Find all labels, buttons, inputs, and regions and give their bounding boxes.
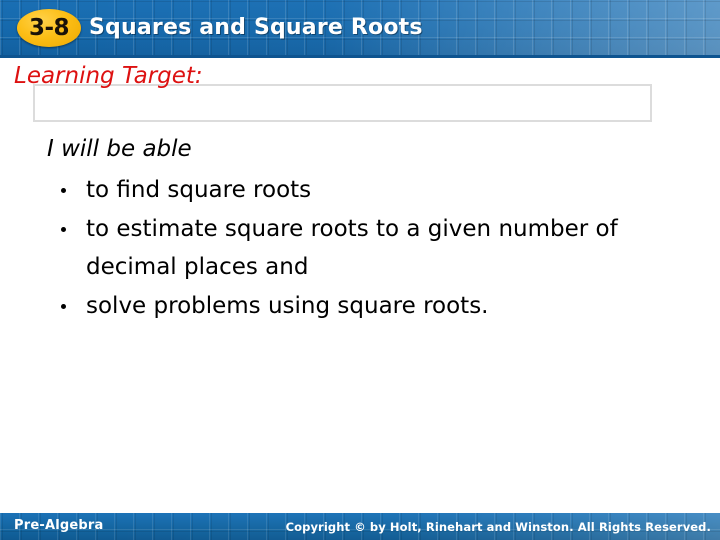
bullet-dot-icon	[61, 227, 66, 232]
lesson-number-badge: 3-8	[17, 9, 81, 47]
list-item: to estimate square roots to a given numb…	[47, 210, 687, 286]
bullet-dot-icon	[61, 188, 66, 193]
list-item: solve problems using square roots.	[47, 287, 687, 325]
bullet-dot-icon	[61, 304, 66, 309]
slide-title: Squares and Square Roots	[89, 15, 423, 40]
list-item-label: solve problems using square roots.	[86, 293, 489, 319]
slide-body: Learning Target: I will be able to find …	[0, 58, 720, 513]
course-name-label: Pre-Algebra	[14, 518, 104, 533]
slide-footer: Pre-Algebra Copyright © by Holt, Rinehar…	[0, 513, 720, 540]
learning-target-heading: Learning Target:	[14, 63, 203, 89]
lesson-number-label: 3-8	[28, 14, 70, 41]
slide-header: 3-8 Squares and Square Roots	[0, 0, 720, 58]
objectives-list: to find square roots to estimate square …	[47, 171, 687, 326]
learning-target-lead-line: I will be able	[47, 136, 192, 162]
copyright-label: Copyright © by Holt, Rinehart and Winsto…	[285, 520, 711, 534]
list-item: to find square roots	[47, 171, 687, 209]
slide: 3-8 Squares and Square Roots Learning Ta…	[0, 0, 720, 540]
list-item-label: to estimate square roots to a given numb…	[86, 216, 618, 280]
list-item-label: to find square roots	[86, 177, 312, 203]
